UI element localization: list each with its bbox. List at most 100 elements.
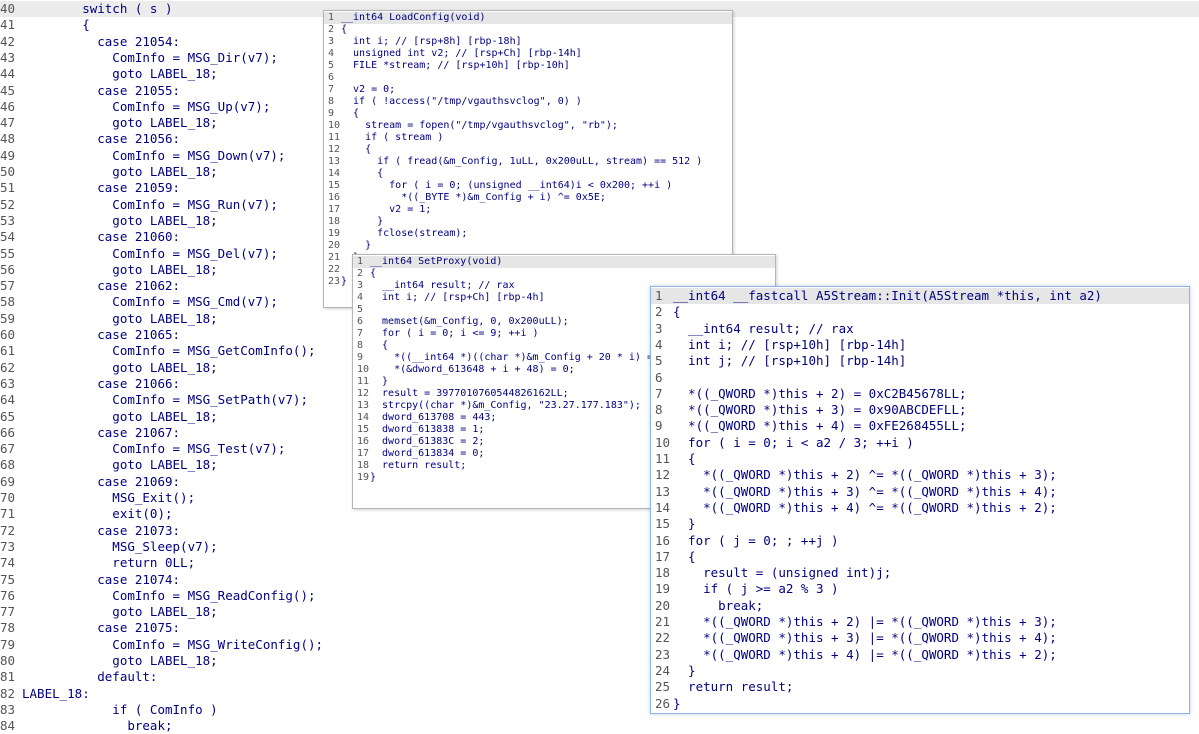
code-text: case 21059: <box>22 180 181 196</box>
line-number: 1 <box>328 12 335 23</box>
code-text: MSG_Sleep(v7); <box>22 538 218 554</box>
code-text: case 21055: <box>22 82 181 98</box>
line-number: 68 <box>0 457 16 473</box>
line-number: 69 <box>0 473 16 489</box>
code-text: ComInfo = MSG_ReadConfig(); <box>22 587 316 603</box>
line-number: 1 <box>357 256 364 267</box>
line-number: 75 <box>0 571 16 587</box>
line-number: 14 <box>328 168 341 179</box>
code-text: case 21066: <box>22 375 181 391</box>
code-text: *((_QWORD *)this + 4) |= *((_QWORD *)thi… <box>673 646 1057 662</box>
code-text: { <box>370 268 377 279</box>
code-text: __int64 SetProxy(void) <box>370 256 503 267</box>
line-number: 42 <box>0 33 16 49</box>
code-text: *((_QWORD *)this + 4) ^= *((_QWORD *)thi… <box>673 499 1057 515</box>
code-text: int j; // [rsp+10h] [rbp-14h] <box>673 353 907 369</box>
code-text: { <box>673 548 696 564</box>
line-number: 41 <box>0 17 16 33</box>
line-number: 46 <box>0 98 16 114</box>
code-text: if ( j >= a2 % 3 ) <box>673 581 839 597</box>
code-text: dword_613708 = 443; <box>370 412 497 423</box>
code-text: __int64 result; // rax <box>673 320 854 336</box>
code-text: *((_QWORD *)this + 4) = 0xFE268455LL; <box>673 418 967 434</box>
line-number: 19 <box>357 472 370 483</box>
code-text: for ( j = 0; ; ++j ) <box>673 532 839 548</box>
code-text: goto LABEL_18; <box>22 115 218 131</box>
code-text: int i; // [rsp+Ch] [rbp-4h] <box>370 292 545 303</box>
line-number: 18 <box>655 565 671 581</box>
line-number: 47 <box>0 115 16 131</box>
code-text: default: <box>22 669 158 685</box>
code-text: ComInfo = MSG_Run(v7); <box>22 196 278 212</box>
code-text: if ( stream ) <box>341 132 444 143</box>
line-number: 63 <box>0 375 16 391</box>
line-number: 55 <box>0 245 16 261</box>
code-text: __int64 result; // rax <box>370 280 515 291</box>
line-number: 58 <box>0 294 16 310</box>
line-number: 12 <box>328 144 341 155</box>
line-number: 19 <box>655 581 671 597</box>
line-number: 22 <box>328 264 341 275</box>
code-text: { <box>370 340 389 351</box>
line-number: 18 <box>357 460 370 471</box>
code-text: goto LABEL_18; <box>22 212 218 228</box>
line-number: 2 <box>357 268 364 279</box>
line-number: 8 <box>328 96 335 107</box>
code-text: *(&dword_613648 + i + 48) = 0; <box>370 364 575 375</box>
code-text: __int64 LoadConfig(void) <box>341 12 486 23</box>
line-number: 12 <box>655 467 671 483</box>
line-number: 8 <box>655 402 663 418</box>
line-number: 14 <box>357 412 370 423</box>
line-number: 67 <box>0 441 16 457</box>
code-text: { <box>673 304 681 320</box>
code-text: break; <box>673 597 764 613</box>
code-text: stream = fopen("/tmp/vgauthsvclog", "rb"… <box>341 120 618 131</box>
line-number: 70 <box>0 490 16 505</box>
line-number: 18 <box>328 216 341 227</box>
code-text: switch ( s ) <box>22 1 173 16</box>
code-text: ComInfo = MSG_Up(v7); <box>22 98 271 114</box>
code-text: int i; // [rsp+8h] [rbp-18h] <box>341 36 522 47</box>
line-number: 57 <box>0 278 16 294</box>
code-text: ComInfo = MSG_Cmd(v7); <box>22 294 278 310</box>
line-number: 6 <box>328 72 335 83</box>
line-number: 17 <box>357 448 370 459</box>
code-text: goto LABEL_18; <box>22 359 218 375</box>
a5stream-init-popup[interactable]: 1 __int64 __fastcall A5Stream::Init(A5Str… <box>650 286 1190 714</box>
code-text: ComInfo = MSG_Test(v7); <box>22 441 286 457</box>
code-text: case 21060: <box>22 229 181 245</box>
code-text: case 21056: <box>22 131 181 147</box>
code-text: goto LABEL_18; <box>22 408 218 424</box>
code-text: ComInfo = MSG_Del(v7); <box>22 245 278 261</box>
line-number: 10 <box>357 364 370 375</box>
code-text: *((_QWORD *)this + 2) ^= *((_QWORD *)thi… <box>673 467 1057 483</box>
line-number: 72 <box>0 522 16 538</box>
line-number: 76 <box>0 587 16 603</box>
code-text: { <box>341 108 360 119</box>
line-number: 11 <box>357 376 370 387</box>
line-number: 6 <box>655 369 663 385</box>
code-line[interactable]: 84 break; <box>0 718 1199 734</box>
code-text: case 21062: <box>22 278 181 294</box>
popup-title-line[interactable]: 1 __int64 __fastcall A5Stream::Init(A5Str… <box>651 288 1189 305</box>
popup-title-line[interactable]: 1 __int64 LoadConfig(void) <box>324 12 732 24</box>
code-text: *((_QWORD *)this + 3) ^= *((_QWORD *)thi… <box>673 483 1057 499</box>
line-number: 81 <box>0 669 16 685</box>
code-text: int i; // [rsp+10h] [rbp-14h] <box>673 336 907 352</box>
line-number: 17 <box>328 204 341 215</box>
line-number: 21 <box>655 614 671 629</box>
code-text: case 21074: <box>22 571 181 587</box>
code-text: goto LABEL_18; <box>22 457 218 473</box>
line-number: 61 <box>0 343 16 359</box>
code-text: MSG_Exit(); <box>22 490 196 505</box>
code-text: dword_61383C = 2; <box>370 436 485 447</box>
line-number: 78 <box>0 620 16 636</box>
code-text: goto LABEL_18; <box>22 66 218 82</box>
code-text: for ( i = 0; i <= 9; ++i ) <box>370 328 539 339</box>
code-text: goto LABEL_18; <box>22 653 218 668</box>
line-number: 50 <box>0 164 16 179</box>
code-text: ComInfo = MSG_Dir(v7); <box>22 49 278 65</box>
popup-title-line[interactable]: 1 __int64 SetProxy(void) <box>353 256 775 268</box>
code-text: if ( fread(&m_Config, 1uLL, 0x200uLL, st… <box>341 156 703 167</box>
line-number: 5 <box>328 60 335 71</box>
